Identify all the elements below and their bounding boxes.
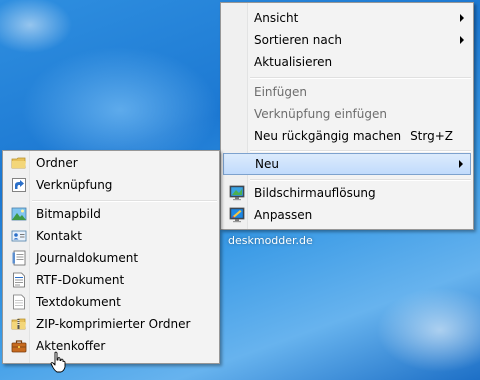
menu-separator: [250, 77, 471, 79]
menu-item-label: Verknüpfung einfügen: [254, 107, 387, 121]
menu-separator: [250, 150, 471, 152]
rtf-document-icon: [13, 272, 25, 288]
submenu-item-verknuepfung[interactable]: Verknüpfung: [5, 174, 217, 196]
menu-item-label: Neu rückgängig machen: [254, 129, 402, 143]
menu-item-label: Bildschirmauflösung: [254, 186, 376, 200]
submenu-arrow-icon: [460, 36, 464, 44]
briefcase-icon: [11, 340, 27, 353]
menu-item-label: RTF-Dokument: [36, 273, 125, 287]
menu-item-label: Aktenkoffer: [36, 339, 106, 353]
submenu-item-aktenkoffer[interactable]: Aktenkoffer: [5, 335, 217, 357]
menu-item-aktualisieren[interactable]: Aktualisieren: [223, 51, 471, 73]
personalize-icon: [229, 207, 245, 223]
watermark-text: deskmodder.de: [228, 234, 313, 247]
submenu-item-bitmapbild[interactable]: Bitmapbild: [5, 203, 217, 225]
new-submenu: Ordner Verknüpfung Bitmapbild Kontakt Jo…: [2, 150, 220, 364]
hand-cursor-icon: [50, 351, 66, 373]
menu-item-label: Sortieren nach: [254, 33, 342, 47]
submenu-item-kontakt[interactable]: Kontakt: [5, 225, 217, 247]
display-settings-icon: [229, 185, 245, 201]
menu-separator: [250, 179, 471, 181]
text-document-icon: [13, 294, 25, 310]
journal-document-icon: [12, 250, 26, 266]
menu-item-label: Einfügen: [254, 85, 307, 99]
contact-icon: [11, 230, 27, 242]
menu-item-label: Verknüpfung: [36, 178, 113, 192]
menu-item-anpassen[interactable]: Anpassen: [223, 204, 471, 226]
menu-item-label: Anpassen: [254, 208, 313, 222]
menu-separator: [32, 200, 217, 202]
menu-item-ansicht[interactable]: Ansicht: [223, 7, 471, 29]
menu-item-label: Journaldokument: [36, 251, 139, 265]
menu-item-label: Textdokument: [36, 295, 121, 309]
menu-item-sortieren-nach[interactable]: Sortieren nach: [223, 29, 471, 51]
submenu-item-ordner[interactable]: Ordner: [5, 152, 217, 174]
menu-item-rueckgaengig[interactable]: Neu rückgängig machen Strg+Z: [223, 125, 471, 147]
submenu-item-zip-ordner[interactable]: ZIP-komprimierter Ordner: [5, 313, 217, 335]
menu-item-bildschirmaufloesung[interactable]: Bildschirmauflösung: [223, 182, 471, 204]
submenu-item-rtf-dokument[interactable]: RTF-Dokument: [5, 269, 217, 291]
submenu-item-textdokument[interactable]: Textdokument: [5, 291, 217, 313]
menu-item-verknuepfung-einfuegen[interactable]: Verknüpfung einfügen: [223, 103, 471, 125]
menu-item-einfuegen[interactable]: Einfügen: [223, 81, 471, 103]
submenu-arrow-icon: [460, 14, 464, 22]
menu-item-label: Aktualisieren: [254, 55, 333, 69]
menu-item-accelerator: Strg+Z: [410, 129, 453, 143]
shortcut-icon: [12, 178, 26, 192]
bitmap-image-icon: [11, 207, 27, 221]
menu-item-label: Kontakt: [36, 229, 82, 243]
zip-folder-icon: [11, 318, 26, 330]
submenu-arrow-icon: [459, 160, 463, 168]
menu-item-label: Ansicht: [254, 11, 299, 25]
menu-item-label: Ordner: [36, 156, 78, 170]
menu-item-label: Neu: [255, 157, 279, 171]
menu-item-neu[interactable]: Neu: [223, 153, 471, 175]
submenu-item-journaldokument[interactable]: Journaldokument: [5, 247, 217, 269]
folder-icon: [11, 157, 26, 169]
menu-item-label: ZIP-komprimierter Ordner: [36, 317, 191, 331]
menu-item-label: Bitmapbild: [36, 207, 101, 221]
desktop-context-menu: Ansicht Sortieren nach Aktualisieren Ein…: [220, 2, 474, 230]
